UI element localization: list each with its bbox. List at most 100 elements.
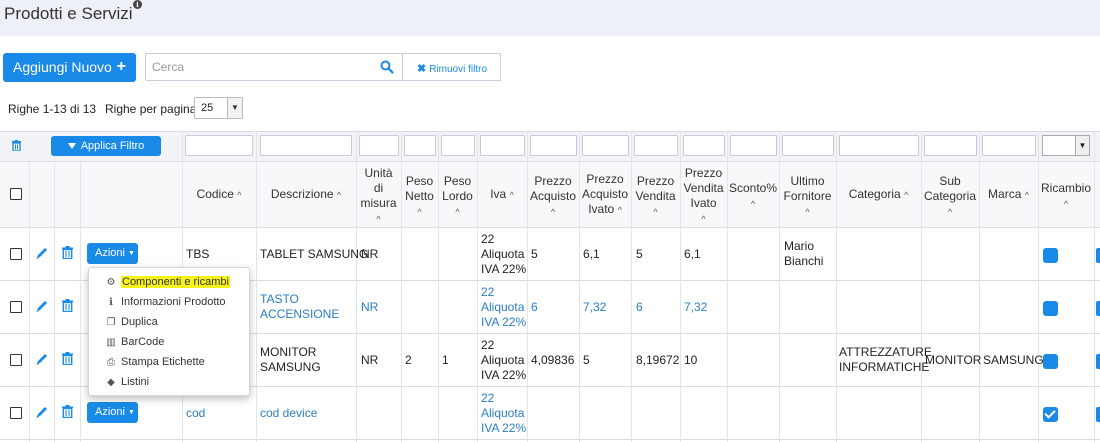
filter-prezzo-acquisto[interactable] xyxy=(530,135,577,156)
trash-icon[interactable] xyxy=(62,246,73,259)
column-header-categoria[interactable]: Categoria ^ xyxy=(836,187,921,203)
select-all-checkbox[interactable] xyxy=(10,188,22,200)
filter-prezzo-acquisto-ivato[interactable] xyxy=(582,135,629,156)
row-checkbox[interactable] xyxy=(10,354,22,366)
chevron-down-icon: ▼ xyxy=(227,98,242,118)
column-header-peso-lordo[interactable]: Peso Lordo ^ xyxy=(438,174,477,220)
cell-prezzo-vendita: 5 xyxy=(636,247,643,261)
column-header-prezzo-acquisto-ivato[interactable]: Prezzo Acquisto Ivato ^ xyxy=(579,172,631,218)
menu-item-componenti-ricambi[interactable]: ⚙ Componenti e ricambi xyxy=(105,274,230,290)
row-checkbox[interactable] xyxy=(10,301,22,313)
add-new-label: Aggiungi Nuovo xyxy=(13,59,112,75)
menu-item-stampa-etichette[interactable]: ⎙ Stampa Etichette xyxy=(105,354,205,370)
column-header-ricambio[interactable]: Ricambio ^ xyxy=(1038,181,1094,212)
trash-icon[interactable] xyxy=(62,299,73,312)
grid-line xyxy=(256,131,257,442)
add-new-button[interactable]: Aggiungi Nuovo + xyxy=(3,53,136,82)
filter-fornitore[interactable] xyxy=(782,135,834,156)
cell-descrizione[interactable]: cod device xyxy=(260,406,317,421)
column-header-sconto[interactable]: Sconto% ^ xyxy=(727,181,779,212)
row-toggle[interactable] xyxy=(1096,248,1100,263)
column-header-unita[interactable]: Unità di misura ^ xyxy=(356,166,401,227)
menu-item-informazioni-prodotto[interactable]: ℹ Informazioni Prodotto xyxy=(105,294,225,310)
filter-sconto[interactable] xyxy=(730,135,777,156)
column-header-iva[interactable]: Iva ^ xyxy=(477,187,527,203)
column-header-ultimo-fornitore[interactable]: Ultimo Fornitore ^ xyxy=(779,174,836,220)
filter-icon xyxy=(67,143,76,149)
row-toggle[interactable] xyxy=(1096,407,1100,422)
grid-line xyxy=(29,161,30,442)
menu-item-duplica[interactable]: ❐ Duplica xyxy=(105,314,158,330)
column-header-codice[interactable]: Codice ^ xyxy=(182,187,256,203)
pencil-icon[interactable] xyxy=(35,405,48,419)
trash-icon[interactable] xyxy=(12,140,21,151)
cell-sub-categoria: MONITOR xyxy=(925,353,982,367)
column-header-marca[interactable]: Marca ^ xyxy=(979,187,1038,203)
pencil-icon[interactable] xyxy=(35,299,48,313)
actions-button[interactable]: Azioni ▼ xyxy=(87,243,138,264)
actions-dropdown-menu: ⚙ Componenti e ricambi ℹ Informazioni Prod… xyxy=(88,267,250,396)
column-header-peso-netto[interactable]: Peso Netto ^ xyxy=(401,174,438,220)
pencil-icon[interactable] xyxy=(35,246,48,260)
ricambio-checkbox[interactable] xyxy=(1043,248,1058,263)
filter-descrizione[interactable] xyxy=(260,135,352,156)
print-icon: ⎙ xyxy=(107,357,115,368)
cell-codice: TBS xyxy=(186,247,210,261)
filter-unita[interactable] xyxy=(359,135,399,156)
info-icon: ℹ xyxy=(109,297,113,308)
ricambio-checkbox[interactable] xyxy=(1043,301,1058,316)
apply-filter-label: Applica Filtro xyxy=(80,140,145,152)
cell-prezzo-acquisto: 6 xyxy=(531,300,538,314)
filter-prezzo-vendita-ivato[interactable] xyxy=(683,135,725,156)
filter-ricambio-select[interactable]: ▼ xyxy=(1042,135,1090,156)
filter-marca[interactable] xyxy=(982,135,1036,156)
column-header-sub-categoria[interactable]: Sub Categoria ^ xyxy=(921,174,979,220)
ricambio-checkbox[interactable] xyxy=(1043,407,1058,422)
filter-peso-lordo[interactable] xyxy=(441,135,475,156)
column-header-descrizione[interactable]: Descrizione ^ xyxy=(256,187,356,203)
menu-item-barcode[interactable]: ▥ BarCode xyxy=(105,334,164,350)
pencil-icon[interactable] xyxy=(35,352,48,366)
ricambio-checkbox[interactable] xyxy=(1043,354,1058,369)
cell-codice[interactable]: cod xyxy=(186,406,205,421)
column-header-prezzo-vendita-ivato[interactable]: Prezzo Vendita Ivato ^ xyxy=(680,166,727,227)
grid-line xyxy=(0,161,1100,162)
rows-per-page-label: Righe per pagina xyxy=(105,102,197,116)
cell-unita: NR xyxy=(361,247,379,261)
rows-per-page-select[interactable]: 25 ▼ xyxy=(194,97,243,119)
cell-fornitore: Mario Bianchi xyxy=(784,239,824,268)
cell-descrizione[interactable]: TASTO ACCENSIONE xyxy=(260,292,339,322)
remove-filter-button[interactable]: ✖ Rimuovi filtro xyxy=(403,53,501,81)
menu-item-listini[interactable]: ◆ Listini xyxy=(105,374,149,390)
row-toggle[interactable] xyxy=(1096,354,1100,369)
row-toggle[interactable] xyxy=(1096,301,1100,316)
filter-sub-categoria[interactable] xyxy=(924,135,977,156)
rows-per-page-value: 25 xyxy=(201,102,214,114)
filter-iva[interactable] xyxy=(480,135,525,156)
filter-peso-netto[interactable] xyxy=(404,135,436,156)
filter-codice[interactable] xyxy=(185,135,253,156)
cell-peso-lordo: 1 xyxy=(442,353,449,367)
apply-filter-button[interactable]: Applica Filtro xyxy=(51,136,161,156)
grid-line xyxy=(1094,131,1095,442)
info-circle-icon[interactable]: i xyxy=(133,0,142,9)
filter-prezzo-vendita[interactable] xyxy=(634,135,678,156)
row-checkbox[interactable] xyxy=(10,248,22,260)
filter-categoria[interactable] xyxy=(839,135,919,156)
column-header-prezzo-acquisto[interactable]: Prezzo Acquisto ^ xyxy=(527,174,579,220)
cell-prezzo-acquisto: 5 xyxy=(531,247,538,261)
actions-button[interactable]: Azioni ▼ xyxy=(87,402,138,423)
cell-unita: NR xyxy=(361,353,379,367)
search-input[interactable] xyxy=(146,54,371,80)
search-icon[interactable] xyxy=(380,60,394,74)
trash-icon[interactable] xyxy=(62,352,73,365)
page-title: Prodotti e Servizi xyxy=(4,4,133,23)
grid-line xyxy=(836,131,837,442)
row-checkbox[interactable] xyxy=(10,407,22,419)
cell-prezzo-vendita-ivato: 7,32 xyxy=(684,300,708,314)
trash-icon[interactable] xyxy=(62,405,73,418)
barcode-icon: ▥ xyxy=(106,337,116,348)
chevron-down-icon: ▼ xyxy=(127,409,135,416)
column-header-prezzo-vendita[interactable]: Prezzo Vendita ^ xyxy=(631,174,680,220)
grid-line xyxy=(727,131,728,442)
